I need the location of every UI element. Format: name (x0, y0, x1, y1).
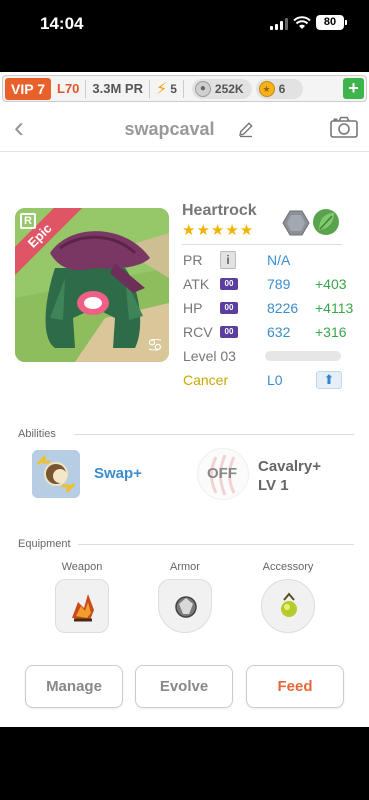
divider (78, 544, 354, 545)
rcv-bonus: +316 (315, 324, 347, 340)
header: ‹ swapcaval (0, 108, 369, 152)
coin-amount: 6 (278, 81, 286, 96)
pr-value: N/A (267, 252, 291, 268)
xp-progress-bar (265, 351, 341, 361)
edit-pencil-icon[interactable] (237, 120, 255, 138)
hp-row: HP 00 8226 +4113 (183, 298, 363, 318)
divider (148, 79, 150, 98)
rarity-badge: R (20, 213, 36, 229)
rcv-row: RCV 00 632 +316 (183, 322, 363, 342)
armor-slot[interactable] (158, 579, 212, 633)
sign-row: Cancer L0 ⬆ (183, 370, 363, 390)
weapon-slot[interactable] (55, 579, 109, 633)
power-rating: 3.3M PR (92, 81, 143, 96)
ability-cavalry-title: Cavalry+ (258, 458, 321, 475)
paw-food-icon: ● (194, 80, 211, 97)
rcv-value: 632 (267, 324, 291, 340)
evolve-button[interactable]: Evolve (135, 665, 233, 708)
food-amount: 252K (214, 81, 244, 96)
rcv-label: RCV (183, 324, 213, 340)
accessory-slot[interactable] (261, 579, 315, 633)
equipment-title: Equipment (18, 538, 71, 550)
monster-info: Heartrock ★★★★★ (182, 202, 352, 245)
resource-bar: VIP 7 L70 3.3M PR ⚡ 5 ● 252K ★ 6 + (2, 75, 367, 102)
coin-icon: ★ (258, 80, 275, 97)
divider (182, 244, 342, 245)
hp-value: 8226 (267, 300, 299, 316)
swap-icon (32, 450, 80, 498)
manage-button[interactable]: Manage (25, 665, 123, 708)
leaf-element-icon (313, 209, 339, 235)
divider (74, 434, 354, 435)
wifi-icon (293, 16, 311, 29)
level-label: Level 03 (183, 348, 236, 364)
divider (182, 79, 184, 98)
ability-cavalry-level: LV 1 (258, 477, 289, 494)
food-counter[interactable]: ● 252K (191, 78, 252, 99)
battery-icon: 80 (316, 15, 347, 30)
weapon-label: Weapon (61, 561, 103, 573)
atk-row: ATK 00 789 +403 (183, 274, 363, 294)
pet-name: swapcaval (124, 119, 215, 139)
monster-portrait[interactable]: R Epic ♋ (15, 208, 169, 362)
pet-detail-screen: VIP 7 L70 3.3M PR ⚡ 5 ● 252K ★ 6 + ‹ swa… (0, 72, 369, 727)
abilities-title: Abilities (18, 428, 56, 440)
pet-name-title: swapcaval (0, 119, 369, 140)
atk-rune-badge: 00 (220, 278, 238, 290)
ability-cavalry-name[interactable]: Cavalry+ LV 1 (258, 457, 321, 495)
vip-badge[interactable]: VIP 7 (5, 77, 51, 100)
cancer-zodiac-icon: ♋ (146, 335, 163, 355)
energy-count: 5 (170, 81, 177, 96)
rock-element-icon (282, 210, 310, 236)
upgrade-arrow-icon[interactable]: ⬆ (316, 371, 342, 389)
accessory-label: Accessory (262, 561, 314, 573)
pr-row: PR i N/A (183, 250, 363, 270)
info-icon[interactable]: i (220, 251, 236, 269)
atk-value: 789 (267, 276, 291, 292)
ability-swap-name[interactable]: Swap+ (94, 465, 142, 482)
armor-label: Armor (170, 561, 200, 573)
hp-bonus: +4113 (315, 300, 354, 316)
bottom-letterbox (0, 727, 369, 800)
player-level: L70 (57, 81, 80, 96)
level-row: Level 03 (183, 346, 363, 366)
hp-rune-badge: 00 (220, 302, 238, 314)
add-currency-button[interactable]: + (343, 78, 364, 99)
fire-weapon-icon (72, 594, 94, 622)
ability-off-label: OFF (207, 465, 237, 482)
swap-ability-icon[interactable] (32, 450, 80, 498)
zodiac-sign: Cancer (183, 372, 229, 388)
armor-shield-icon (175, 596, 197, 618)
atk-label: ATK (183, 276, 210, 292)
sign-level: L0 (267, 372, 283, 388)
status-bar: 14:04 80 (0, 0, 369, 72)
feed-button[interactable]: Feed (246, 665, 344, 708)
atk-bonus: +403 (315, 276, 347, 292)
energy-icon: ⚡ (155, 80, 168, 98)
rcv-rune-badge: 00 (220, 326, 238, 338)
gem-accessory-icon (281, 592, 297, 617)
clock: 14:04 (40, 14, 84, 33)
camera-icon[interactable] (330, 116, 358, 138)
hp-label: HP (183, 300, 203, 316)
divider (85, 79, 87, 98)
pr-label: PR (183, 252, 203, 268)
coin-counter[interactable]: ★ 6 (255, 78, 304, 99)
cell-signal-icon (270, 18, 288, 30)
